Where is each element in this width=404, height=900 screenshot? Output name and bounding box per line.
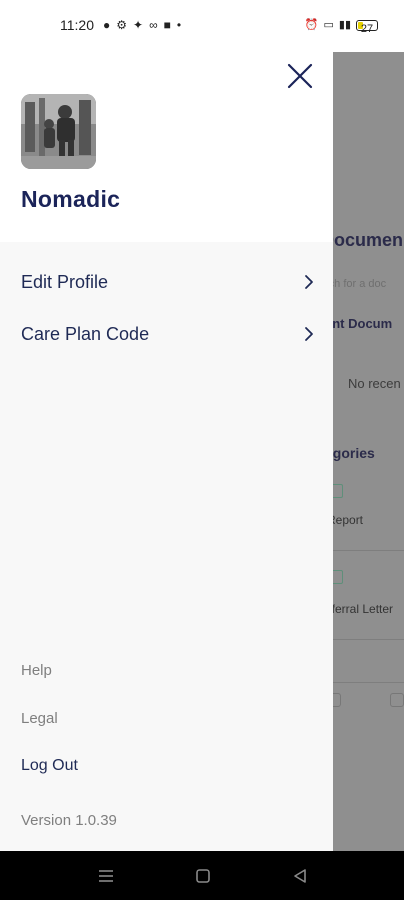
menu-item-label: Edit Profile	[21, 271, 109, 292]
divider	[333, 682, 404, 683]
tab-icon	[390, 693, 404, 707]
tab-icon	[333, 693, 341, 707]
vibrate-icon: ▭	[323, 19, 334, 31]
battery-icon: 27	[356, 19, 378, 35]
app-name: Nomadic	[21, 186, 121, 212]
document-icon	[333, 570, 343, 584]
snapchat-icon: ●	[103, 18, 111, 32]
help-link[interactable]: Help	[21, 662, 52, 679]
menu-item-edit-profile[interactable]: Edit Profile	[0, 260, 333, 304]
dot-icon: •	[176, 18, 182, 32]
app-icon: ■	[163, 18, 171, 32]
drawer-header: Nomadic	[0, 52, 333, 242]
close-icon	[287, 63, 313, 89]
home-square-icon	[196, 869, 210, 883]
chevron-right-icon	[305, 275, 313, 289]
bg-recent-heading: ent Docum	[333, 316, 393, 331]
bg-category-report: Report	[333, 513, 364, 527]
bg-page-title: Documen	[333, 230, 404, 250]
version-label: Version 1.0.39	[21, 812, 117, 829]
recent-apps-button[interactable]	[96, 866, 116, 886]
close-button[interactable]	[286, 62, 314, 90]
battery-level: 27	[360, 22, 374, 35]
system-navigation-bar	[0, 851, 404, 900]
signal-icon: ▮▮	[338, 19, 351, 31]
background-documents-page: Documen rch for a doc ent Docum No recen…	[333, 52, 404, 851]
bg-categories-heading: egories	[333, 445, 375, 461]
bg-search-placeholder: rch for a doc	[333, 278, 387, 290]
navigation-drawer: Nomadic Edit Profile Care Plan Code Help…	[0, 52, 333, 851]
divider	[333, 639, 404, 640]
bg-no-recent-text: No recen	[348, 376, 401, 391]
notification-icons: ● ⚙ ✦ ∞ ■ •	[103, 17, 181, 33]
slack-icon: ✦	[133, 18, 144, 32]
chevron-right-icon	[305, 327, 313, 341]
avatar-photo	[21, 94, 96, 169]
menu-item-care-plan-code[interactable]: Care Plan Code	[0, 312, 333, 356]
logout-button[interactable]: Log Out	[21, 757, 78, 775]
document-icon	[333, 484, 343, 498]
home-button[interactable]	[193, 866, 213, 886]
bg-category-referral: eferral Letter	[333, 602, 394, 616]
status-bar: 11:20 ● ⚙ ✦ ∞ ■ • ⏰ ▭ ▮▮ 27	[0, 0, 404, 52]
system-icons: ⏰ ▭ ▮▮ 27	[304, 17, 378, 35]
link-icon: ∞	[149, 18, 158, 32]
menu-icon	[99, 870, 113, 882]
legal-link[interactable]: Legal	[21, 710, 58, 727]
avatar	[21, 94, 96, 169]
back-triangle-icon	[294, 869, 306, 883]
settings-icon: ⚙	[116, 18, 128, 32]
divider	[333, 550, 404, 551]
menu-item-label: Care Plan Code	[21, 323, 150, 344]
status-time: 11:20	[60, 17, 94, 33]
back-button[interactable]	[290, 866, 310, 886]
alarm-icon: ⏰	[304, 19, 319, 31]
